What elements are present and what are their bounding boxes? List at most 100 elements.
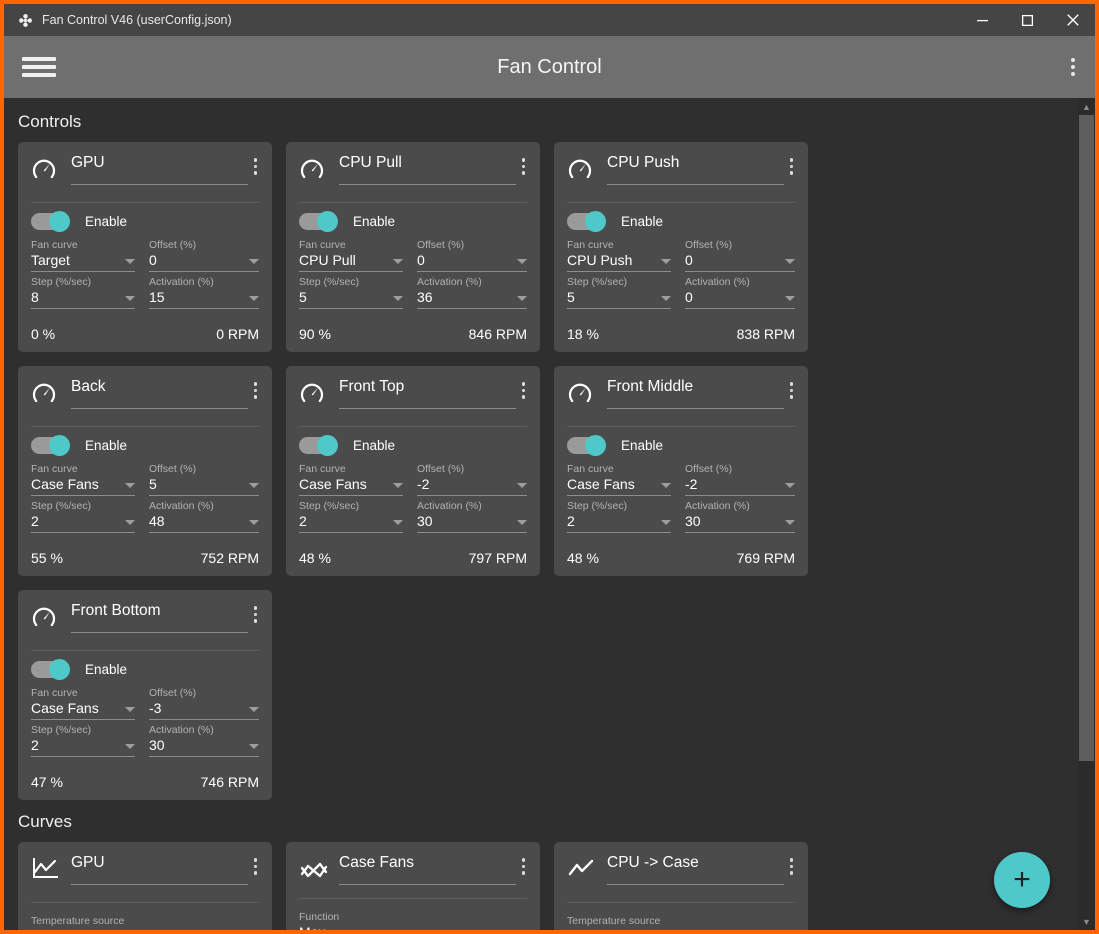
offset-dropdown[interactable]: -3 [149,700,259,720]
field-offset[interactable]: Offset (%) -3 [145,687,259,720]
enable-toggle[interactable] [567,210,606,232]
field-fan-curve[interactable]: Fan curve Case Fans [299,463,413,496]
field-activation[interactable]: Activation (%) 30 [413,500,527,533]
maximize-button[interactable] [1005,4,1050,36]
kebab-icon[interactable] [788,855,796,878]
control-card-front-bottom[interactable]: Front Bottom Enable Fan curve Case Fans … [18,590,272,800]
kebab-icon[interactable] [252,855,260,878]
kebab-icon[interactable] [252,155,260,178]
control-card-gpu[interactable]: GPU Enable Fan curve Target Offset (%) 0… [18,142,272,352]
field-fan-curve[interactable]: Fan curve Case Fans [31,463,145,496]
field-step[interactable]: Step (%/sec) 5 [299,276,413,309]
offset-dropdown[interactable]: -2 [417,476,527,496]
fan-curve-dropdown[interactable]: Target [31,252,135,272]
minimize-button[interactable] [960,4,1005,36]
curve-card-case-fans[interactable]: Case Fans Function Max [286,842,540,930]
field-offset[interactable]: Offset (%) 0 [413,239,527,272]
scrollbar-track[interactable] [1078,115,1095,913]
offset-dropdown[interactable]: -2 [685,476,795,496]
field-fan-curve[interactable]: Fan curve CPU Pull [299,239,413,272]
fan-curve-dropdown[interactable]: CPU Push [567,252,671,272]
enable-toggle[interactable] [31,210,70,232]
field-function[interactable]: Function Max [299,911,527,930]
kebab-icon[interactable] [788,155,796,178]
scrollbar-thumb[interactable] [1079,115,1094,762]
offset-dropdown[interactable]: 0 [417,252,527,272]
control-card-cpu-pull[interactable]: CPU Pull Enable Fan curve CPU Pull Offse… [286,142,540,352]
field-step[interactable]: Step (%/sec) 2 [31,724,145,757]
offset-dropdown[interactable]: 0 [685,252,795,272]
field-offset[interactable]: Offset (%) -2 [681,463,795,496]
kebab-icon[interactable] [252,379,260,402]
control-name[interactable]: CPU Pull [339,154,516,185]
control-name[interactable]: Front Top [339,378,516,409]
step-dropdown[interactable]: 5 [567,289,671,309]
fan-curve-dropdown[interactable]: CPU Pull [299,252,403,272]
close-button[interactable] [1050,4,1095,36]
activation-dropdown[interactable]: 15 [149,289,259,309]
field-offset[interactable]: Offset (%) 0 [145,239,259,272]
field-offset[interactable]: Offset (%) -2 [413,463,527,496]
step-dropdown[interactable]: 5 [299,289,403,309]
activation-dropdown[interactable]: 30 [417,513,527,533]
enable-toggle[interactable] [31,434,70,456]
step-dropdown[interactable]: 2 [31,513,135,533]
field-fan-curve[interactable]: Fan curve Target [31,239,145,272]
activation-dropdown[interactable]: 36 [417,289,527,309]
field-activation[interactable]: Activation (%) 30 [145,724,259,757]
curve-card-gpu[interactable]: GPU Temperature source 43 °C - GPU - GeF… [18,842,272,930]
fan-curve-dropdown[interactable]: Case Fans [31,700,135,720]
offset-dropdown[interactable]: 0 [149,252,259,272]
field-step[interactable]: Step (%/sec) 2 [31,500,145,533]
field-step[interactable]: Step (%/sec) 2 [567,500,681,533]
fan-curve-dropdown[interactable]: Case Fans [567,476,671,496]
kebab-icon[interactable] [520,855,528,878]
arrow-down-icon[interactable]: ▼ [1078,913,1095,930]
temperature-source-dropdown[interactable]: 43 °C - GPU - GeForce GTX 1060 6GB [31,928,259,930]
control-name[interactable]: Front Middle [607,378,784,409]
control-card-cpu-push[interactable]: CPU Push Enable Fan curve CPU Push Offse… [554,142,808,352]
field-activation[interactable]: Activation (%) 15 [145,276,259,309]
curve-name[interactable]: CPU -> Case [607,854,784,885]
enable-toggle[interactable] [299,210,338,232]
kebab-icon[interactable] [788,379,796,402]
enable-toggle[interactable] [567,434,606,456]
field-fan-curve[interactable]: Fan curve Case Fans [31,687,145,720]
field-temperature-source[interactable]: Temperature source 39 °C - CPU Package -… [567,915,795,930]
vertical-scrollbar[interactable]: ▲ ▼ [1078,98,1095,930]
curve-name[interactable]: Case Fans [339,854,516,885]
activation-dropdown[interactable]: 30 [149,737,259,757]
field-step[interactable]: Step (%/sec) 2 [299,500,413,533]
step-dropdown[interactable]: 2 [31,737,135,757]
enable-toggle[interactable] [299,434,338,456]
control-name[interactable]: CPU Push [607,154,784,185]
field-offset[interactable]: Offset (%) 5 [145,463,259,496]
function-dropdown[interactable]: Max [299,924,527,930]
step-dropdown[interactable]: 2 [299,513,403,533]
hamburger-icon[interactable] [22,54,56,80]
fan-curve-dropdown[interactable]: Case Fans [31,476,135,496]
kebab-icon[interactable] [1071,58,1075,76]
kebab-icon[interactable] [252,603,260,626]
arrow-up-icon[interactable]: ▲ [1078,98,1095,115]
field-step[interactable]: Step (%/sec) 5 [567,276,681,309]
activation-dropdown[interactable]: 30 [685,513,795,533]
kebab-icon[interactable] [520,155,528,178]
curve-card-cpu-to-case[interactable]: CPU -> Case Temperature source 39 °C - C… [554,842,808,930]
field-temperature-source[interactable]: Temperature source 43 °C - GPU - GeForce… [31,915,259,930]
field-offset[interactable]: Offset (%) 0 [681,239,795,272]
field-fan-curve[interactable]: Fan curve CPU Push [567,239,681,272]
activation-dropdown[interactable]: 48 [149,513,259,533]
activation-dropdown[interactable]: 0 [685,289,795,309]
temperature-source-dropdown[interactable]: 39 °C - CPU Package - Intel Core i5-9 [567,928,795,930]
field-fan-curve[interactable]: Fan curve Case Fans [567,463,681,496]
curve-name[interactable]: GPU [71,854,248,885]
field-activation[interactable]: Activation (%) 36 [413,276,527,309]
step-dropdown[interactable]: 8 [31,289,135,309]
fan-curve-dropdown[interactable]: Case Fans [299,476,403,496]
control-name[interactable]: GPU [71,154,248,185]
offset-dropdown[interactable]: 5 [149,476,259,496]
field-activation[interactable]: Activation (%) 48 [145,500,259,533]
field-activation[interactable]: Activation (%) 0 [681,276,795,309]
step-dropdown[interactable]: 2 [567,513,671,533]
